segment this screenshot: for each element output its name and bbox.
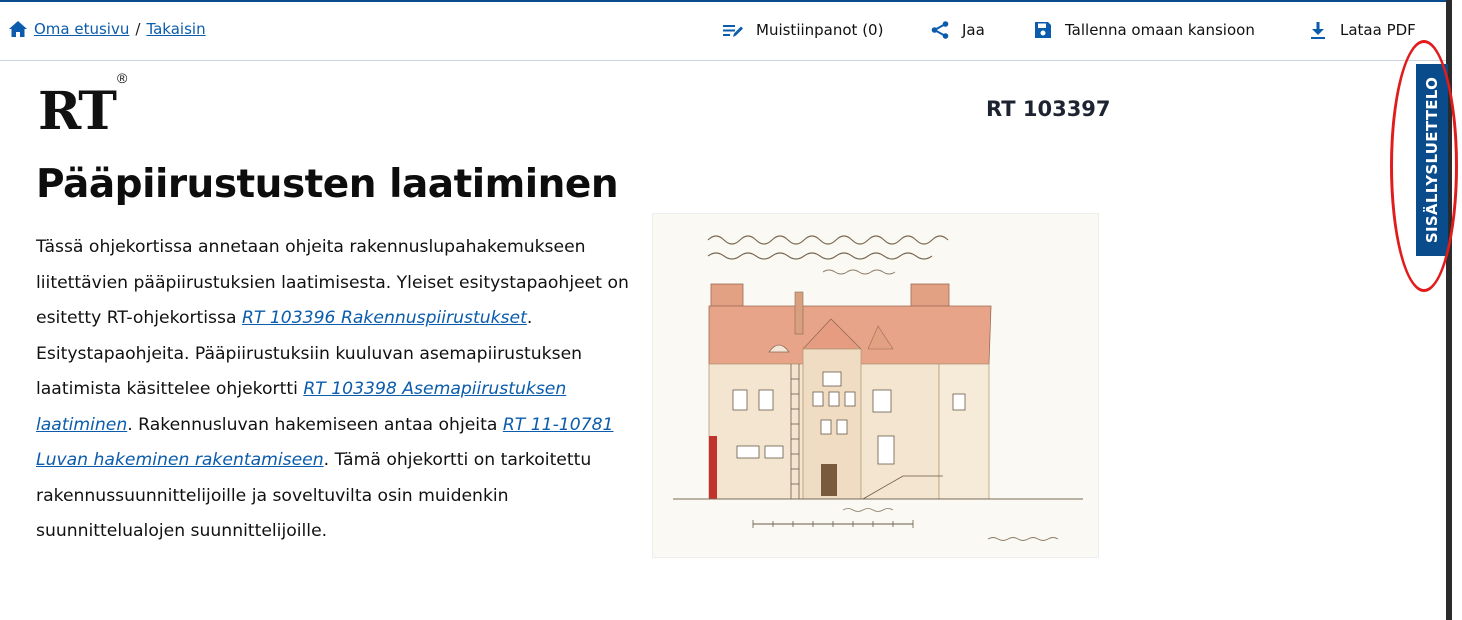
share-icon (931, 21, 949, 39)
rt-logo: RT® (38, 71, 127, 138)
breadcrumb: Oma etusivu / Takaisin (8, 20, 206, 38)
breadcrumb-home-link[interactable]: Oma etusivu (34, 20, 129, 38)
toc-label: SISÄLLYSLUETTELO (1423, 76, 1441, 244)
save-label: Tallenna omaan kansioon (1065, 21, 1255, 39)
notes-label: Muistiinpanot (0) (756, 21, 884, 39)
link-rt-103396[interactable]: RT 103396 Rakennuspiirustukset (242, 308, 527, 328)
right-edge (1452, 0, 1462, 620)
registered-mark: ® (117, 69, 128, 86)
download-label: Lataa PDF (1340, 21, 1416, 39)
intro-paragraph: Tässä ohjekortissa annetaan ohjeita rake… (36, 230, 636, 550)
logo-text: RT (38, 81, 117, 142)
notes-icon (723, 25, 743, 37)
architectural-drawing-image (652, 213, 1099, 558)
share-label: Jaa (962, 21, 985, 39)
breadcrumb-separator: / (135, 20, 141, 38)
page-title: Pääpiirustusten laatiminen (36, 162, 619, 207)
share-button[interactable]: Jaa (930, 20, 985, 40)
home-icon[interactable] (8, 20, 28, 38)
intro-text-3: . Rakennusluvan hakemiseen antaa ohjeita (127, 414, 503, 435)
page-header: Oma etusivu / Takaisin Muistiinpanot (0)… (0, 2, 1446, 61)
download-pdf-button[interactable]: Lataa PDF (1308, 20, 1416, 40)
save-icon (1035, 22, 1051, 38)
table-of-contents-tab[interactable]: SISÄLLYSLUETTELO (1416, 64, 1448, 256)
download-icon (1311, 22, 1325, 39)
save-to-folder-button[interactable]: Tallenna omaan kansioon (1033, 20, 1255, 40)
notes-button[interactable]: Muistiinpanot (0) (722, 20, 883, 40)
document-code: RT 103397 (986, 97, 1111, 121)
breadcrumb-back-link[interactable]: Takaisin (146, 20, 205, 38)
